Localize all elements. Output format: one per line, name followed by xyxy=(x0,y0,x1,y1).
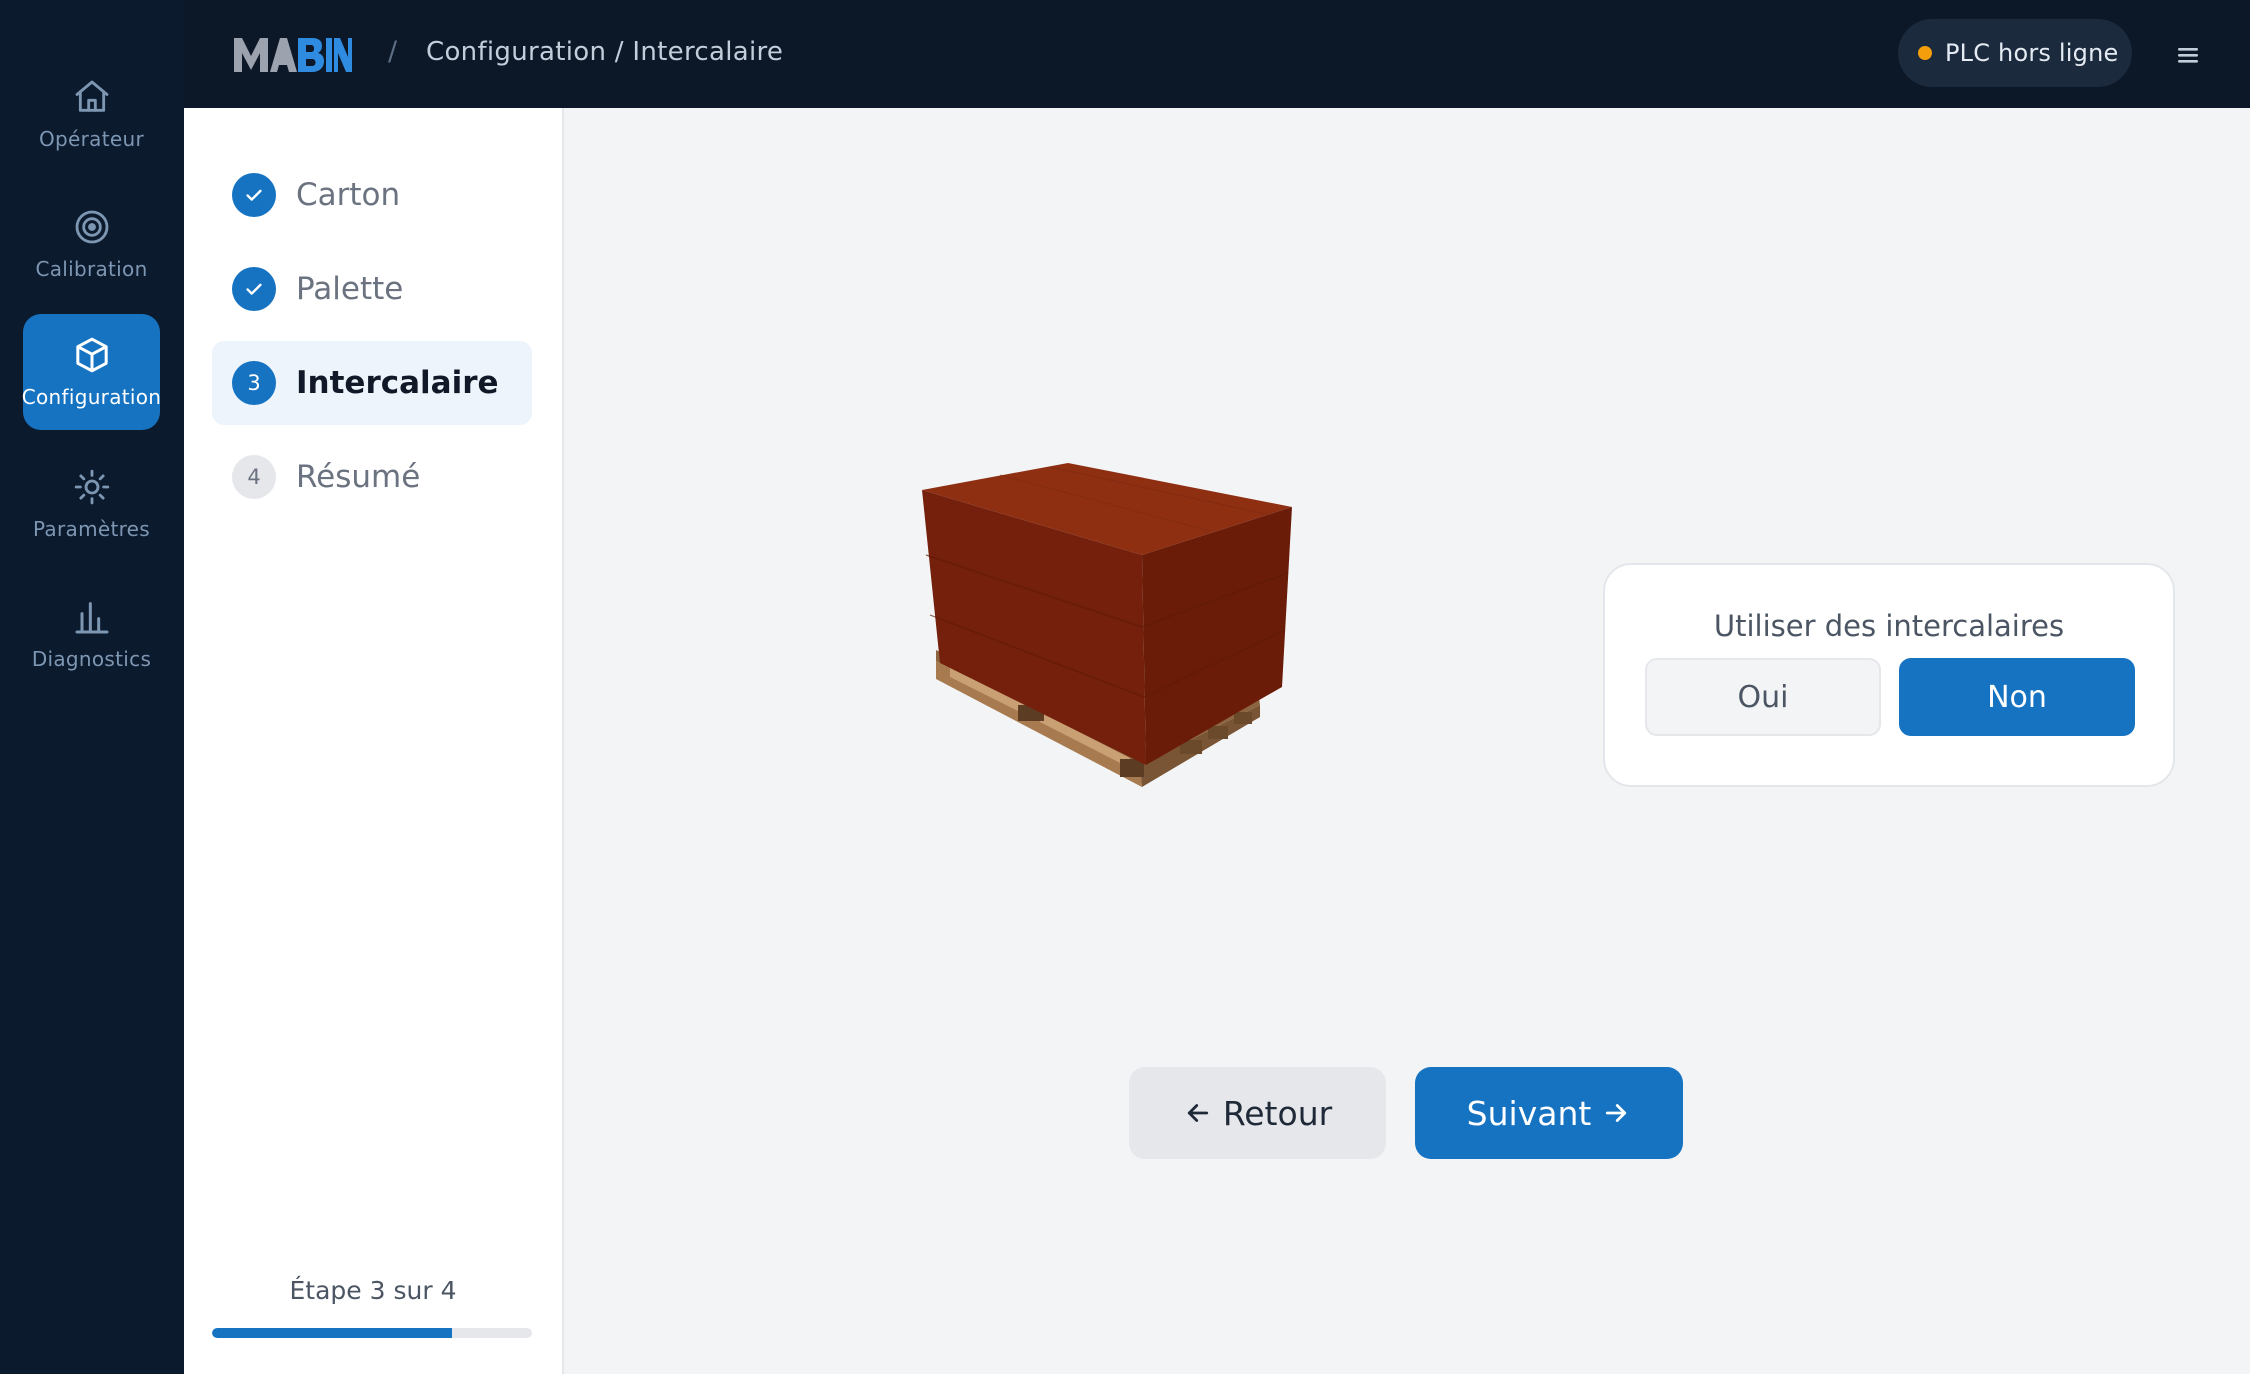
step-check-icon xyxy=(232,173,276,217)
brand-logo[interactable] xyxy=(232,32,352,76)
nav-item-label: Opérateur xyxy=(39,127,144,151)
step-number: 3 xyxy=(232,361,276,405)
step-intercalaire[interactable]: 3 Intercalaire xyxy=(212,341,532,425)
nav-item-label: Calibration xyxy=(35,257,148,281)
nav-item-operateur[interactable]: Opérateur xyxy=(23,56,160,172)
bar-chart-icon xyxy=(72,597,112,637)
sun-icon xyxy=(72,467,112,507)
status-dot-icon xyxy=(1918,46,1932,60)
step-check-icon xyxy=(232,267,276,311)
step-number: 4 xyxy=(232,455,276,499)
nav-item-configuration[interactable]: Configuration xyxy=(21,314,162,430)
arrow-right-icon xyxy=(1601,1098,1631,1128)
wizard-steps-panel: Carton Palette 3 Intercalaire 4 Résumé É… xyxy=(184,108,564,1374)
plc-status-badge[interactable]: PLC hors ligne xyxy=(1898,19,2132,87)
arrow-left-icon xyxy=(1183,1098,1213,1128)
back-button[interactable]: Retour xyxy=(1129,1067,1386,1159)
step-progress-fill xyxy=(212,1328,452,1338)
step-progress-text: Étape 3 sur 4 xyxy=(289,1276,457,1305)
step-palette[interactable]: Palette xyxy=(212,247,532,331)
step-carton[interactable]: Carton xyxy=(212,153,532,237)
intercalaire-option-card: Utiliser des intercalaires Oui Non xyxy=(1603,563,2175,787)
hamburger-menu-icon xyxy=(2178,48,2198,63)
breadcrumb-separator: / xyxy=(388,36,398,67)
top-bar: / Configuration / Intercalaire PLC hors … xyxy=(184,0,2250,108)
nav-item-parametres[interactable]: Paramètres xyxy=(23,446,160,562)
step-progress-bar xyxy=(212,1328,532,1338)
option-oui-button[interactable]: Oui xyxy=(1645,658,1881,736)
nav-item-label: Paramètres xyxy=(32,517,151,541)
nav-item-calibration[interactable]: Calibration xyxy=(23,186,160,302)
pallet-box-illustration xyxy=(922,463,1292,787)
nav-item-label: Diagnostics xyxy=(31,647,152,671)
breadcrumb: Configuration / Intercalaire xyxy=(426,37,784,67)
target-icon xyxy=(72,207,112,247)
step-resume[interactable]: 4 Résumé xyxy=(212,435,532,519)
pallet-3d-preview[interactable] xyxy=(910,455,1310,805)
nav-item-diagnostics[interactable]: Diagnostics xyxy=(23,576,160,692)
plc-status-text: PLC hors ligne xyxy=(1945,39,2119,67)
step-label: Palette xyxy=(296,271,404,307)
home-icon xyxy=(72,77,112,117)
next-button[interactable]: Suivant xyxy=(1415,1067,1683,1159)
cube-icon xyxy=(72,335,112,375)
option-non-button[interactable]: Non xyxy=(1899,658,2135,736)
back-button-label: Retour xyxy=(1222,1093,1333,1133)
intercalaire-question: Utiliser des intercalaires xyxy=(1713,609,2065,643)
step-label: Résumé xyxy=(296,459,421,495)
step-label: Carton xyxy=(296,177,401,213)
step-label: Intercalaire xyxy=(296,365,499,401)
nav-item-label: Configuration xyxy=(21,385,162,409)
menu-button[interactable] xyxy=(2170,38,2206,72)
main-nav-rail: Opérateur Calibration Configuration Para… xyxy=(0,0,184,1374)
next-button-label: Suivant xyxy=(1466,1093,1592,1133)
